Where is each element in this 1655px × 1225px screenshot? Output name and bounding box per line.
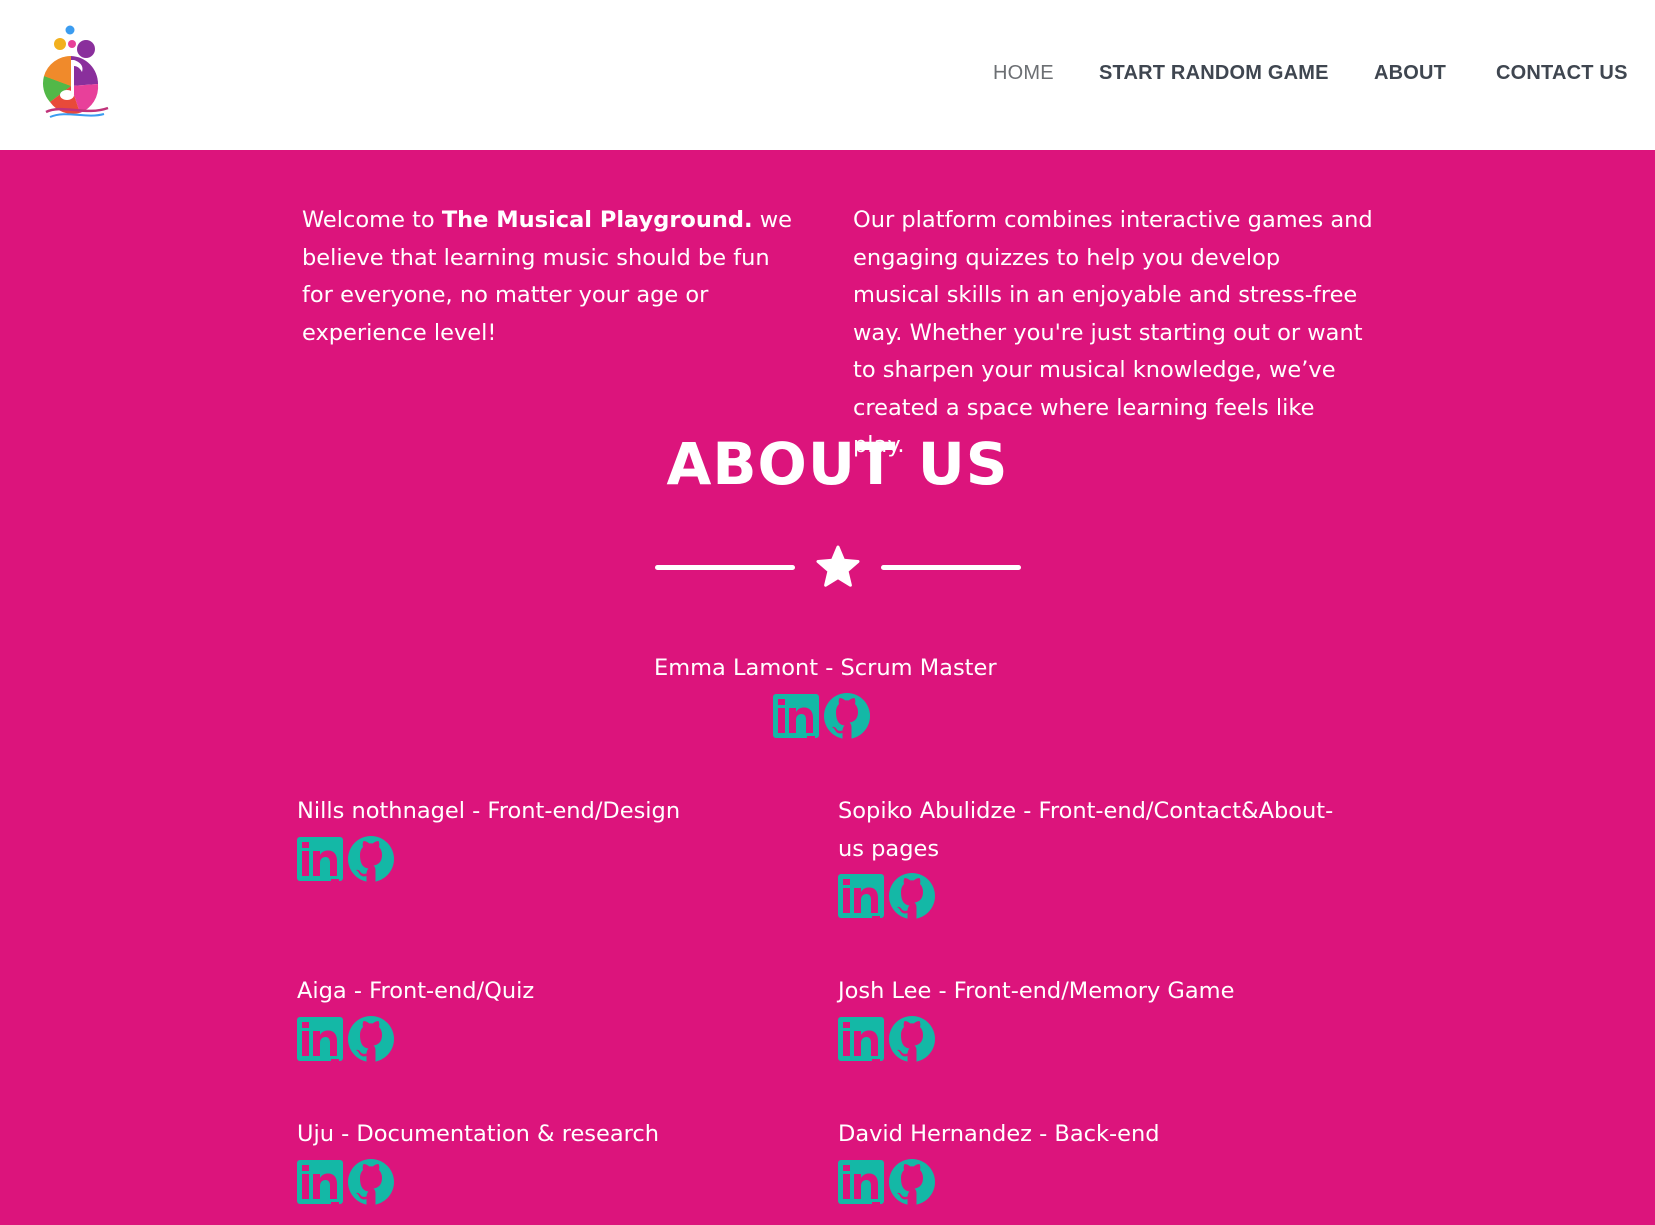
github-icon[interactable] — [824, 693, 870, 739]
linkedin-icon[interactable] — [297, 836, 343, 882]
team-member-name: Nills nothnagel - Front-end/Design — [297, 798, 681, 824]
team-member-name: Emma Lamont - Scrum Master — [654, 655, 997, 681]
intro-prefix: Welcome to — [302, 207, 442, 233]
brand-name: The Musical Playground. — [441, 207, 753, 233]
divider-line-left — [655, 565, 795, 570]
team-member-links — [773, 693, 1054, 739]
github-icon[interactable] — [889, 1016, 935, 1062]
about-us-heading: ABOUT US — [666, 430, 1009, 498]
team-member-card: Aiga - Front-end/Quiz — [297, 973, 817, 1062]
linkedin-icon[interactable] — [297, 1016, 343, 1062]
team-member-card: Nills nothnagel - Front-end/Design — [297, 793, 817, 882]
team-member-card: Sopiko Abulidze - Front-end/Contact&Abou… — [838, 793, 1358, 919]
team-member-links — [838, 1159, 1358, 1205]
team-member-name: Sopiko Abulidze - Front-end/Contact&Abou… — [838, 798, 1334, 862]
team-member-card: David Hernandez - Back-end — [838, 1116, 1358, 1205]
linkedin-icon[interactable] — [838, 873, 884, 919]
team-member-card: Uju - Documentation & research — [297, 1116, 817, 1205]
team-member-name: Aiga - Front-end/Quiz — [297, 978, 535, 1004]
intro-platform-text: Our platform combines interactive games … — [853, 207, 1373, 458]
github-icon[interactable] — [889, 873, 935, 919]
linkedin-icon[interactable] — [773, 693, 819, 739]
team-member-links — [838, 1016, 1358, 1062]
team-member-name: David Hernandez - Back-end — [838, 1121, 1160, 1147]
team-member-links — [297, 836, 817, 882]
nav-start-random-game-link[interactable]: START RANDOM GAME — [1099, 62, 1329, 85]
team-member-name: Josh Lee - Front-end/Memory Game — [838, 978, 1235, 1004]
nav-about-link[interactable]: ABOUT — [1374, 62, 1446, 85]
about-section: Welcome to The Musical Playground. we be… — [0, 150, 1655, 1225]
team-member-links — [838, 873, 1358, 919]
nav-home-link[interactable]: HOME — [993, 62, 1054, 85]
linkedin-icon[interactable] — [838, 1016, 884, 1062]
github-icon[interactable] — [348, 1159, 394, 1205]
musical-playground-logo[interactable] — [40, 24, 114, 120]
intro-welcome-text: Welcome to The Musical Playground. we be… — [302, 202, 807, 352]
team-member-card: Emma Lamont - Scrum Master — [654, 650, 1054, 739]
team-member-links — [297, 1159, 817, 1205]
github-icon[interactable] — [348, 1016, 394, 1062]
top-navbar: HOME START RANDOM GAME ABOUT CONTACT US — [0, 0, 1655, 150]
star-icon — [816, 545, 860, 587]
github-icon[interactable] — [889, 1159, 935, 1205]
divider-line-right — [881, 565, 1021, 570]
linkedin-icon[interactable] — [297, 1159, 343, 1205]
team-member-name: Uju - Documentation & research — [297, 1121, 660, 1147]
team-member-card: Josh Lee - Front-end/Memory Game — [838, 973, 1358, 1062]
linkedin-icon[interactable] — [838, 1159, 884, 1205]
github-icon[interactable] — [348, 836, 394, 882]
nav-contact-us-link[interactable]: CONTACT US — [1496, 62, 1628, 85]
team-member-links — [297, 1016, 817, 1062]
